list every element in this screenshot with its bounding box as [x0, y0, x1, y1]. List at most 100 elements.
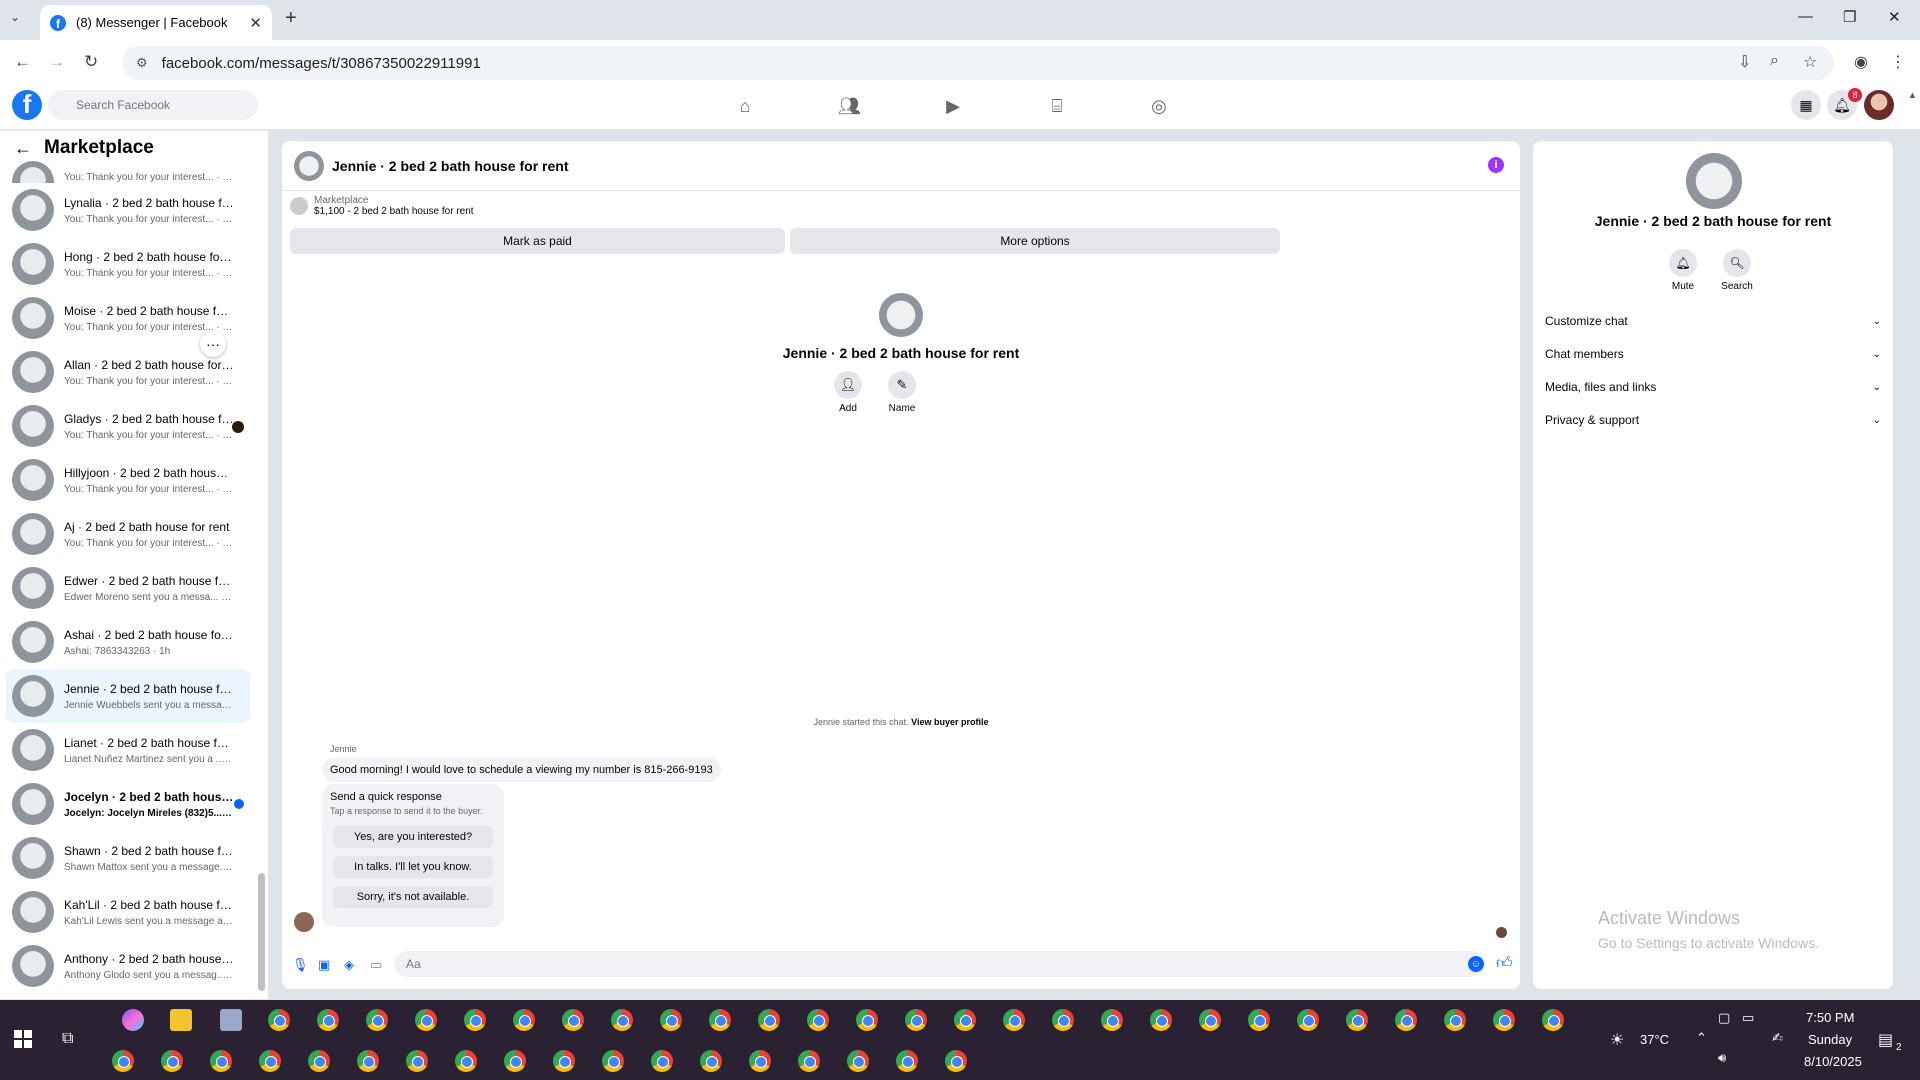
- url-field[interactable]: ⚙ facebook.com/messages/t/30867350022911…: [122, 46, 1834, 80]
- sidebar-scrollbar[interactable]: [258, 873, 265, 991]
- new-tab-icon[interactable]: +: [285, 7, 297, 30]
- chrome-icon[interactable]: [651, 1050, 673, 1072]
- edit-name-button[interactable]: ✎ Name: [886, 371, 918, 414]
- chrome-icon[interactable]: [317, 1009, 339, 1031]
- list-item[interactable]: Hong · 2 bed 2 bath house for rent You: T…: [6, 237, 250, 291]
- quick-reply-button[interactable]: In talks. I'll let you know.: [333, 856, 493, 878]
- chrome-icon[interactable]: [807, 1009, 829, 1031]
- list-item[interactable]: Jocelyn · 2 bed 2 bath house for rent Joc…: [6, 777, 250, 831]
- media-files-links-section[interactable]: Media, files and links ⌄: [1545, 375, 1881, 399]
- chrome-icon[interactable]: [1199, 1009, 1221, 1031]
- chrome-icon[interactable]: [1542, 1009, 1564, 1031]
- list-item[interactable]: Hillyjoon · 2 bed 2 bath house for rent Y…: [6, 453, 250, 507]
- listing-summary[interactable]: Marketplace $1,100 - 2 bed 2 bath house …: [290, 195, 474, 217]
- view-buyer-profile-link[interactable]: View buyer profile: [911, 717, 988, 727]
- customize-chat-section[interactable]: Customize chat ⌄: [1545, 309, 1881, 333]
- windows-start-icon[interactable]: [14, 1030, 32, 1048]
- tab-close-icon[interactable]: ✕: [249, 14, 262, 32]
- chrome-icon[interactable]: [611, 1009, 633, 1031]
- volume-icon[interactable]: 🔊︎: [1718, 1050, 1726, 1066]
- add-people-button[interactable]: 👤︎ Add: [832, 371, 864, 414]
- chrome-icon[interactable]: [945, 1050, 967, 1072]
- friends-icon[interactable]: 👥︎: [838, 96, 861, 118]
- chrome-icon[interactable]: [415, 1009, 437, 1031]
- clock-date[interactable]: 8/10/2025: [1804, 1054, 1862, 1069]
- chrome-icon[interactable]: [1052, 1009, 1074, 1031]
- quick-reply-button[interactable]: Yes, are you interested?: [333, 826, 493, 848]
- list-item[interactable]: Aj · 2 bed 2 bath house for rent You: Tha…: [6, 507, 250, 561]
- home-icon[interactable]: ⌂: [734, 96, 756, 118]
- chrome-icon[interactable]: [798, 1050, 820, 1072]
- chrome-icon[interactable]: [464, 1009, 486, 1031]
- chrome-icon[interactable]: [896, 1050, 918, 1072]
- list-item-partial[interactable]: You: Thank you for your interest... · 39…: [6, 161, 250, 183]
- facebook-logo-icon[interactable]: f: [12, 90, 42, 120]
- chrome-icon[interactable]: [1444, 1009, 1466, 1031]
- photo-icon[interactable]: ▣: [318, 957, 330, 973]
- list-item[interactable]: Lianet · 2 bed 2 bath house for rent Lian…: [6, 723, 250, 777]
- avatar[interactable]: [294, 150, 324, 181]
- bookmark-star-icon[interactable]: ☆: [1803, 52, 1817, 72]
- chrome-icon[interactable]: [749, 1050, 771, 1072]
- chrome-icon[interactable]: [1297, 1009, 1319, 1031]
- message-input[interactable]: [394, 951, 1484, 977]
- chrome-icon[interactable]: [553, 1050, 575, 1072]
- groups-icon[interactable]: ◎: [1148, 96, 1170, 118]
- browser-tab-messenger[interactable]: f (8) Messenger | Facebook ✕: [40, 5, 272, 40]
- clock-day[interactable]: Sunday: [1808, 1032, 1852, 1047]
- reload-icon[interactable]: ↻: [84, 52, 98, 72]
- chrome-icon[interactable]: [161, 1050, 183, 1072]
- chrome-icon[interactable]: [210, 1050, 232, 1072]
- page-scroll-up-icon[interactable]: ▲: [1908, 90, 1917, 100]
- list-item[interactable]: Jennie · 2 bed 2 bath house for rent Jenn…: [6, 669, 250, 723]
- minimize-icon[interactable]: —: [1798, 8, 1813, 25]
- install-app-icon[interactable]: ⇩: [1738, 52, 1751, 72]
- chrome-icon[interactable]: [259, 1050, 281, 1072]
- chrome-icon[interactable]: [1395, 1009, 1417, 1031]
- chrome-icon[interactable]: [406, 1050, 428, 1072]
- list-item[interactable]: Kah'Lil · 2 bed 2 bath house for rent Kah…: [6, 885, 250, 939]
- meet-icon[interactable]: ▢: [1718, 1010, 1730, 1026]
- chrome-icon[interactable]: [700, 1050, 722, 1072]
- temperature-text[interactable]: 37°C: [1640, 1032, 1669, 1047]
- chrome-icon[interactable]: [602, 1050, 624, 1072]
- menu-grid-icon[interactable]: ▦: [1791, 90, 1821, 120]
- list-item[interactable]: Gladys · 2 bed 2 bath house for rent You:…: [6, 399, 250, 453]
- restore-icon[interactable]: ❐: [1843, 8, 1856, 26]
- copilot-icon[interactable]: [122, 1009, 144, 1031]
- sticker-icon[interactable]: ◈: [344, 957, 354, 973]
- chrome-icon[interactable]: [1346, 1009, 1368, 1031]
- back-arrow-icon[interactable]: ←: [14, 52, 31, 72]
- chrome-icon[interactable]: [1150, 1009, 1172, 1031]
- chrome-icon[interactable]: [513, 1009, 535, 1031]
- message-bubble[interactable]: Good morning! I would love to schedule a…: [322, 758, 721, 782]
- network-icon[interactable]: ▭: [1742, 1010, 1754, 1026]
- pen-icon[interactable]: ✍︎: [1772, 1030, 1783, 1046]
- zoom-icon[interactable]: ⌕: [1770, 52, 1779, 70]
- mute-button[interactable]: 🔔︎ Mute: [1663, 249, 1703, 292]
- back-arrow-icon[interactable]: ←: [14, 138, 32, 159]
- chrome-icon[interactable]: [112, 1050, 134, 1072]
- chrome-icon[interactable]: [1003, 1009, 1025, 1031]
- mark-as-paid-button[interactable]: Mark as paid: [290, 228, 785, 254]
- facebook-search-input[interactable]: [48, 90, 258, 120]
- chrome-icon[interactable]: [905, 1009, 927, 1031]
- sender-avatar[interactable]: [294, 912, 314, 932]
- chat-members-section[interactable]: Chat members ⌄: [1545, 342, 1881, 366]
- gif-icon[interactable]: ▭: [370, 957, 382, 973]
- quick-reply-button[interactable]: Sorry, it's not available.: [333, 886, 493, 908]
- chrome-icon[interactable]: [758, 1009, 780, 1031]
- chrome-icon[interactable]: [357, 1050, 379, 1072]
- more-options-button[interactable]: More options: [790, 228, 1280, 254]
- system-tray-chevron-icon[interactable]: ⌃: [1696, 1030, 1707, 1046]
- chrome-icon[interactable]: [504, 1050, 526, 1072]
- profile-icon[interactable]: ◉: [1854, 52, 1868, 72]
- video-icon[interactable]: ▶: [942, 96, 964, 118]
- conversation-more-options-icon[interactable]: ···: [200, 331, 226, 357]
- list-item[interactable]: Ashai · 2 bed 2 bath house for rent Ashai…: [6, 615, 250, 669]
- list-item[interactable]: Lynalia · 2 bed 2 bath house for rent You…: [6, 183, 250, 237]
- chrome-icon[interactable]: [660, 1009, 682, 1031]
- chrome-icon[interactable]: [847, 1050, 869, 1072]
- chrome-icon[interactable]: [856, 1009, 878, 1031]
- task-view-icon[interactable]: ⧉: [62, 1030, 73, 1048]
